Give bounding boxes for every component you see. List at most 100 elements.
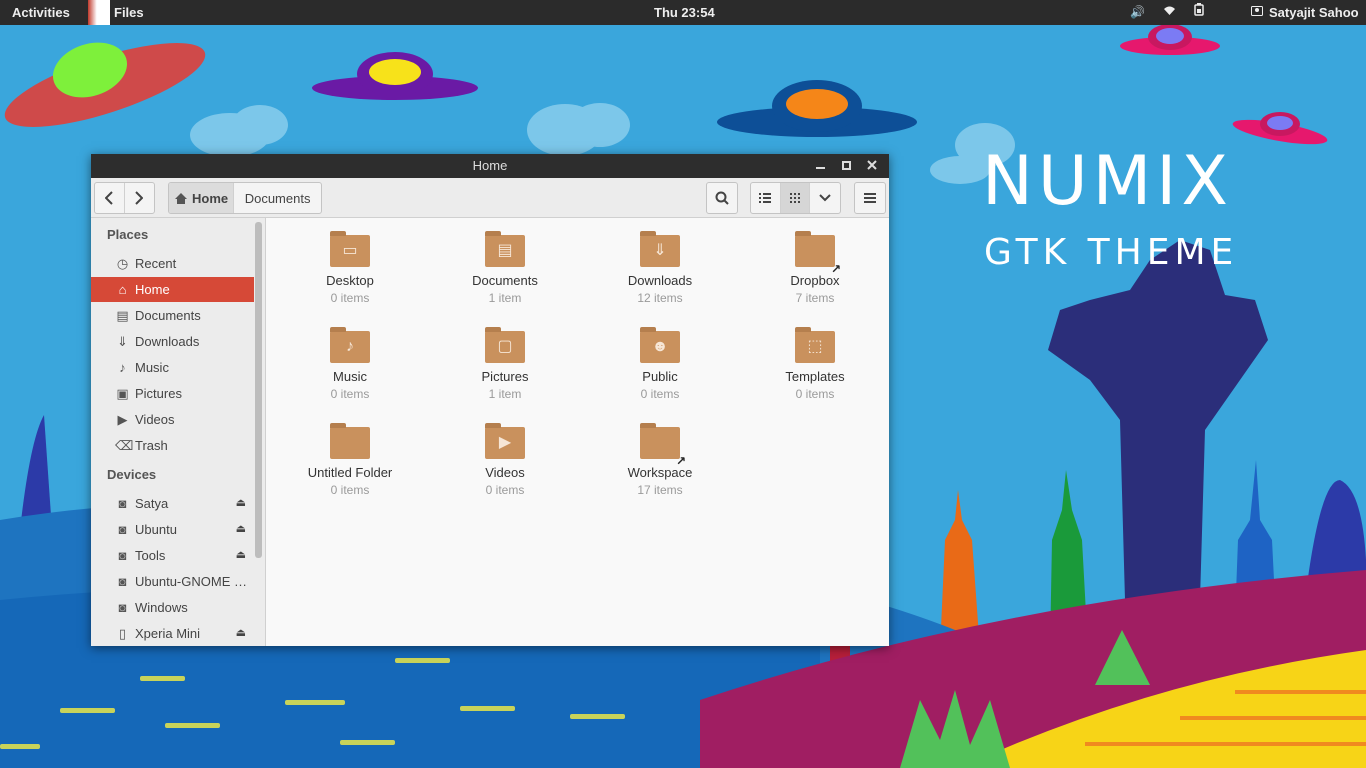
sidebar-item-pictures[interactable]: ▣ Pictures	[91, 381, 254, 406]
app-menu-button[interactable]	[854, 182, 886, 214]
folder-icon	[330, 423, 370, 459]
sidebar-item-home[interactable]: ⌂ Home	[91, 277, 254, 302]
file-name: Untitled Folder	[307, 465, 393, 480]
eject-icon[interactable]: ⏏	[236, 517, 246, 542]
sidebar-item-videos[interactable]: ▶ Videos	[91, 407, 254, 432]
file-name: Documents	[472, 273, 538, 288]
sidebar-item-label: Trash	[135, 438, 168, 453]
videos-folder-icon: ▶	[485, 423, 525, 459]
back-button[interactable]	[95, 183, 125, 213]
devices-heading: Devices	[107, 467, 157, 482]
sidebar: Places ◷ Recent ⌂ Home ▤ Documents ⇓ Dow…	[91, 218, 266, 646]
sidebar-item-label: Ubuntu-GNOME …	[135, 574, 247, 589]
file-name: Workspace	[627, 465, 693, 480]
file-count: 0 items	[330, 483, 370, 497]
drive-icon: ◙	[118, 522, 127, 537]
trash-icon: ⌫	[115, 438, 134, 453]
clock-icon: ◷	[116, 256, 129, 271]
eject-icon[interactable]: ⏏	[236, 543, 246, 568]
grid-view-icon	[790, 193, 800, 203]
file-name: Pictures	[481, 369, 529, 384]
breadcrumb-home[interactable]: Home	[169, 183, 235, 213]
file-name: Public	[642, 369, 678, 384]
sidebar-item-label: Videos	[135, 412, 175, 427]
sidebar-device-xperia-mini[interactable]: ▯ Xperia Mini ⏏	[91, 621, 254, 646]
breadcrumb-documents[interactable]: Documents	[234, 183, 321, 213]
file-item-documents[interactable]: ▤ Documents 1 item	[435, 231, 575, 305]
navigation-buttons	[94, 182, 155, 214]
file-item-music[interactable]: ♪ Music 0 items	[280, 327, 420, 401]
file-name: Desktop	[326, 273, 374, 288]
sidebar-item-music[interactable]: ♪ Music	[91, 355, 254, 380]
file-item-pictures[interactable]: ▢ Pictures 1 item	[435, 327, 575, 401]
sidebar-item-trash[interactable]: ⌫ Trash	[91, 433, 254, 458]
music-folder-icon: ♪	[330, 327, 370, 363]
file-item-videos[interactable]: ▶ Videos 0 items	[435, 423, 575, 497]
view-switcher	[750, 182, 841, 214]
battery-icon[interactable]	[1194, 0, 1204, 25]
system-status-area[interactable]: 🔊	[1130, 0, 1204, 25]
sidebar-item-label: Windows	[135, 600, 188, 615]
file-item-public[interactable]: ☻ Public 0 items	[590, 327, 730, 401]
file-count: 17 items	[637, 483, 683, 497]
volume-icon[interactable]: 🔊	[1130, 0, 1145, 25]
sidebar-item-downloads[interactable]: ⇓ Downloads	[91, 329, 254, 354]
sidebar-device-ubuntu-gnome[interactable]: ◙ Ubuntu-GNOME …	[91, 569, 254, 594]
file-item-dropbox[interactable]: ↗ Dropbox 7 items	[745, 231, 885, 305]
dropbox-folder-icon: ↗	[795, 231, 841, 275]
sidebar-item-documents[interactable]: ▤ Documents	[91, 303, 254, 328]
file-name: Videos	[485, 465, 525, 480]
activities-button[interactable]: Activities	[12, 0, 70, 25]
sidebar-item-label: Pictures	[135, 386, 182, 401]
list-view-button[interactable]	[751, 183, 781, 213]
sidebar-item-label: Satya	[135, 496, 169, 511]
sidebar-item-label: Home	[135, 282, 170, 297]
download-icon: ⇓	[117, 334, 128, 349]
file-item-workspace[interactable]: ↗ Workspace 17 items	[590, 423, 730, 497]
clock[interactable]: Thu 23:54	[654, 0, 715, 25]
breadcrumb: Home Documents	[168, 182, 322, 214]
symlink-arrow-icon: ↗	[675, 454, 686, 468]
sidebar-device-satya[interactable]: ◙ Satya ⏏	[91, 491, 254, 516]
sidebar-item-label: Recent	[135, 256, 177, 271]
view-options-button[interactable]	[810, 183, 840, 213]
drive-icon: ◙	[118, 600, 127, 615]
file-grid: ▭ Desktop 0 items ▤ Documents 1 item ⇓ D…	[267, 218, 889, 646]
search-button[interactable]	[706, 182, 738, 214]
file-item-desktop[interactable]: ▭ Desktop 0 items	[280, 231, 420, 305]
wifi-icon[interactable]	[1163, 0, 1176, 25]
user-menu[interactable]: Satyajit Sahoo	[1251, 0, 1359, 25]
file-item-downloads[interactable]: ⇓ Downloads 12 items	[590, 231, 730, 305]
sidebar-device-tools[interactable]: ◙ Tools ⏏	[91, 543, 254, 568]
maximize-button[interactable]	[833, 154, 859, 178]
toolbar: Home Documents	[91, 178, 889, 218]
sidebar-device-ubuntu[interactable]: ◙ Ubuntu ⏏	[91, 517, 254, 542]
file-count: 0 items	[330, 291, 370, 305]
sidebar-item-recent[interactable]: ◷ Recent	[91, 251, 254, 276]
desktop-folder-icon: ▭	[330, 231, 370, 267]
minimize-button[interactable]	[807, 154, 833, 178]
title-bar[interactable]: Home	[91, 154, 889, 178]
file-count: 12 items	[637, 291, 683, 305]
eject-icon[interactable]: ⏏	[236, 621, 246, 646]
templates-folder-icon: ⬚	[795, 327, 835, 363]
sidebar-scrollbar[interactable]	[255, 222, 262, 558]
symlink-arrow-icon: ↗	[830, 262, 841, 276]
close-button[interactable]	[859, 154, 885, 178]
video-icon: ▶	[117, 412, 128, 427]
home-icon: ⌂	[118, 282, 127, 297]
file-item-untitled-folder[interactable]: Untitled Folder 0 items	[280, 423, 420, 497]
drive-icon: ◙	[118, 574, 127, 589]
app-menu[interactable]: Files	[88, 0, 144, 25]
file-name: Music	[333, 369, 367, 384]
file-count: 1 item	[488, 291, 522, 305]
sidebar-device-windows[interactable]: ◙ Windows	[91, 595, 254, 620]
file-item-templates[interactable]: ⬚ Templates 0 items	[745, 327, 885, 401]
grid-view-button[interactable]	[780, 183, 811, 213]
home-icon	[175, 192, 188, 204]
sidebar-item-label: Documents	[135, 308, 201, 323]
forward-button[interactable]	[125, 183, 154, 213]
sidebar-item-label: Downloads	[135, 334, 200, 349]
file-count: 0 items	[330, 387, 370, 401]
eject-icon[interactable]: ⏏	[236, 491, 246, 516]
